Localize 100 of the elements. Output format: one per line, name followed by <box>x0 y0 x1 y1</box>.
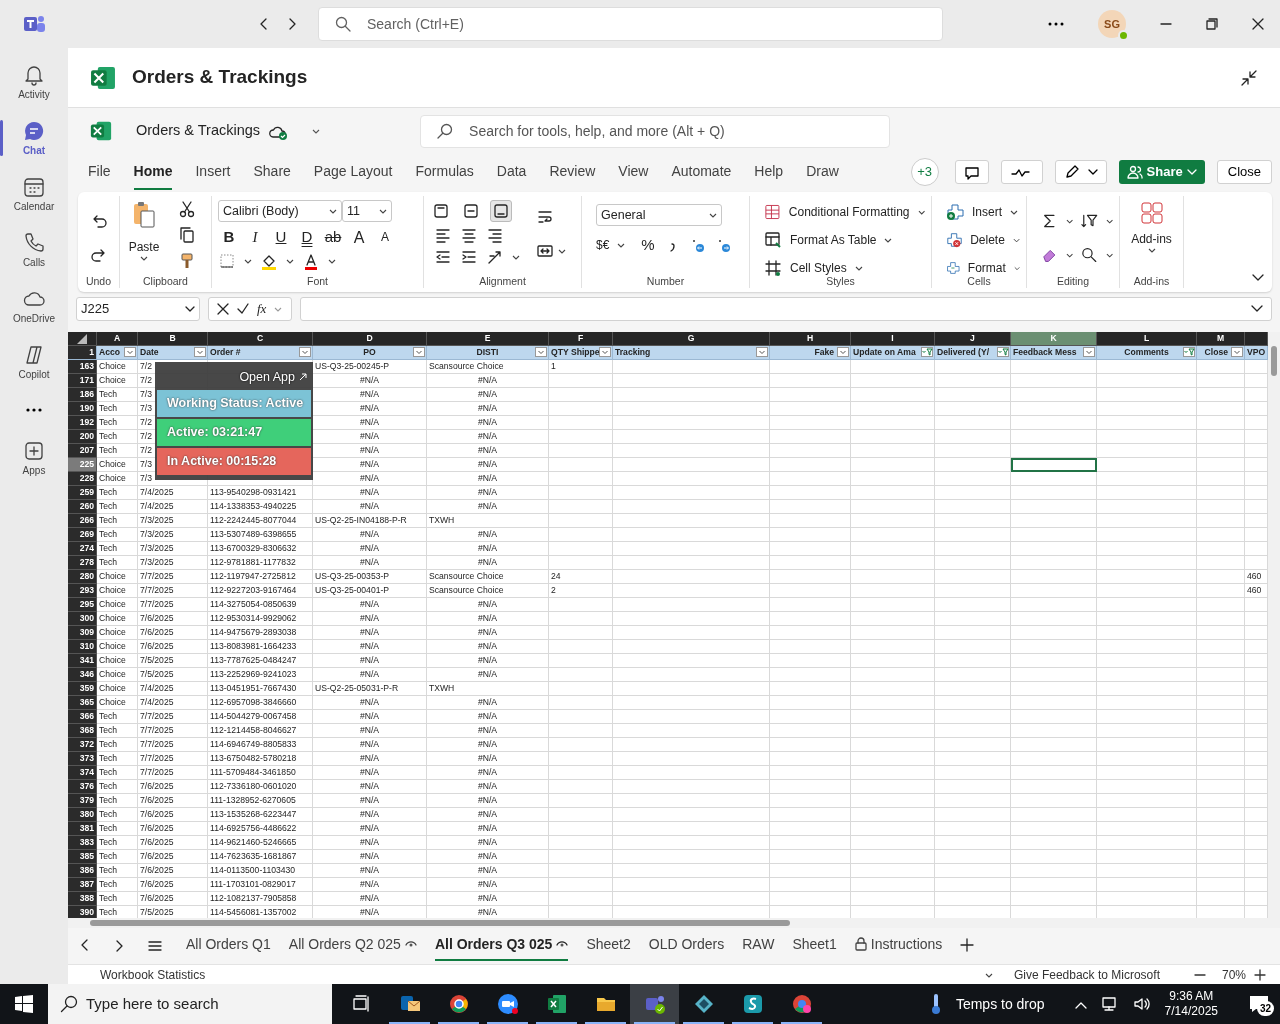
sheet-tab[interactable]: All Orders Q2 025 <box>288 929 417 961</box>
filter-button[interactable] <box>124 347 136 357</box>
row-number[interactable]: 341 <box>68 654 97 668</box>
caret-icon[interactable] <box>379 208 387 214</box>
feedback-link[interactable]: Give Feedback to Microsoft <box>1013 965 1160 984</box>
row-number[interactable]: 346 <box>68 668 97 682</box>
increase-indent-icon[interactable] <box>460 248 478 266</box>
add-ins-icon[interactable] <box>1138 200 1165 226</box>
avatar[interactable]: SG <box>1098 10 1126 38</box>
more-icon[interactable] <box>1048 22 1064 26</box>
filter-button[interactable] <box>837 347 849 357</box>
filter-button[interactable] <box>1231 347 1243 357</box>
format-painter-icon[interactable] <box>178 252 196 270</box>
row-number[interactable]: 300 <box>68 612 97 626</box>
column-letter[interactable]: B <box>138 332 208 346</box>
cancel-icon[interactable] <box>217 303 229 315</box>
row-number[interactable]: 269 <box>68 528 97 542</box>
row-number[interactable]: 274 <box>68 542 97 556</box>
add-ins-button[interactable]: Add-ins <box>1131 230 1172 248</box>
filter-button[interactable] <box>535 347 547 357</box>
copy-icon[interactable] <box>178 226 196 244</box>
close-button[interactable]: Close <box>1216 160 1272 184</box>
font-color-icon[interactable] <box>302 252 320 270</box>
row-number[interactable]: 295 <box>68 598 97 612</box>
menu-tab[interactable]: Automate <box>671 157 732 190</box>
filter-active-button[interactable] <box>921 347 933 357</box>
comments-button[interactable] <box>954 160 989 184</box>
row-number[interactable]: 293 <box>68 584 97 598</box>
s-app-icon[interactable] <box>741 993 764 1015</box>
more-icon[interactable] <box>25 408 43 412</box>
orientation-icon[interactable] <box>486 248 504 266</box>
row-number[interactable]: 192 <box>68 416 97 430</box>
spreadsheet-app-icon[interactable] <box>545 993 568 1015</box>
column-letter[interactable]: J <box>935 332 1011 346</box>
expand-icon[interactable] <box>1251 305 1263 313</box>
menu-tab[interactable]: Page Layout <box>313 157 393 190</box>
row-number[interactable]: 190 <box>68 402 97 416</box>
bottom-align-icon[interactable] <box>490 200 512 222</box>
caret-icon[interactable] <box>312 129 321 135</box>
activity-button[interactable] <box>1000 160 1043 184</box>
zoom-in-icon[interactable] <box>1254 969 1266 982</box>
percent-button[interactable]: % <box>641 234 655 257</box>
chat-app-icon[interactable] <box>643 993 666 1015</box>
caret-icon[interactable] <box>286 258 294 264</box>
menu-tab[interactable]: Data <box>496 157 527 190</box>
menu-tab[interactable]: Draw <box>806 157 839 190</box>
row-number[interactable]: 186 <box>68 388 97 402</box>
caret-icon[interactable] <box>328 258 336 264</box>
row-number[interactable]: 381 <box>68 822 97 836</box>
editing-button[interactable] <box>1054 160 1107 184</box>
rail-item[interactable]: OneDrive <box>0 278 68 334</box>
font-style-button[interactable]: D <box>296 226 318 248</box>
paste-icon[interactable] <box>131 200 157 230</box>
styles-menu-button[interactable]: Format As Table <box>790 231 877 249</box>
row-number[interactable]: 260 <box>68 500 97 514</box>
column-letter[interactable]: A <box>97 332 138 346</box>
collaborators-button[interactable]: +3 <box>910 158 939 186</box>
column-letter[interactable]: K <box>1011 332 1097 346</box>
merge-icon[interactable] <box>536 242 554 260</box>
row-number[interactable]: 373 <box>68 752 97 766</box>
menu-tab[interactable]: Formulas <box>415 157 474 190</box>
close-icon[interactable] <box>1252 18 1264 30</box>
filter-active-button[interactable] <box>1183 347 1195 357</box>
row-number[interactable]: 365 <box>68 696 97 710</box>
prev-sheet-icon[interactable] <box>80 939 90 951</box>
start-icon[interactable] <box>15 995 33 1013</box>
filter-button[interactable] <box>299 347 311 357</box>
filter-button[interactable] <box>599 347 611 357</box>
decrease-indent-icon[interactable] <box>434 248 452 266</box>
cells-menu-button[interactable]: Delete <box>970 231 1005 249</box>
search-field[interactable]: Search for tools, help, and more (Alt + Q) <box>420 114 891 148</box>
sheet-tab[interactable]: All Orders Q3 025 <box>434 929 569 961</box>
row-number[interactable]: 278 <box>68 556 97 570</box>
menu-tab[interactable]: View <box>618 157 649 190</box>
menu-tab[interactable]: File <box>88 157 111 190</box>
row-number[interactable]: 388 <box>68 892 97 906</box>
row-number[interactable]: 379 <box>68 794 97 808</box>
menu-tab[interactable]: Home <box>133 157 173 190</box>
caret-icon[interactable] <box>1105 252 1113 258</box>
browser-icon[interactable] <box>447 993 470 1015</box>
align-right-icon[interactable] <box>486 226 504 244</box>
caret-icon[interactable] <box>917 209 925 215</box>
row-number[interactable]: 163 <box>68 360 97 374</box>
select-all-icon[interactable] <box>77 333 87 344</box>
row-number[interactable]: 310 <box>68 640 97 654</box>
caret-icon[interactable] <box>1065 218 1073 224</box>
row-number[interactable]: 368 <box>68 724 97 738</box>
row-number[interactable]: 259 <box>68 486 97 500</box>
filter-button[interactable] <box>756 347 768 357</box>
active-cell[interactable] <box>1011 458 1097 472</box>
filter-button[interactable] <box>1083 347 1095 357</box>
scrollbar[interactable] <box>68 918 1280 928</box>
caret-icon[interactable] <box>854 265 863 271</box>
font-style-button[interactable]: B <box>218 226 240 248</box>
align-center-icon[interactable] <box>460 226 478 244</box>
menu-tab[interactable]: Help <box>754 157 784 190</box>
caret-icon[interactable] <box>512 254 520 260</box>
find-icon[interactable] <box>1081 246 1098 264</box>
menu-tab[interactable]: Share <box>253 157 291 190</box>
video-call-icon[interactable] <box>496 993 519 1015</box>
